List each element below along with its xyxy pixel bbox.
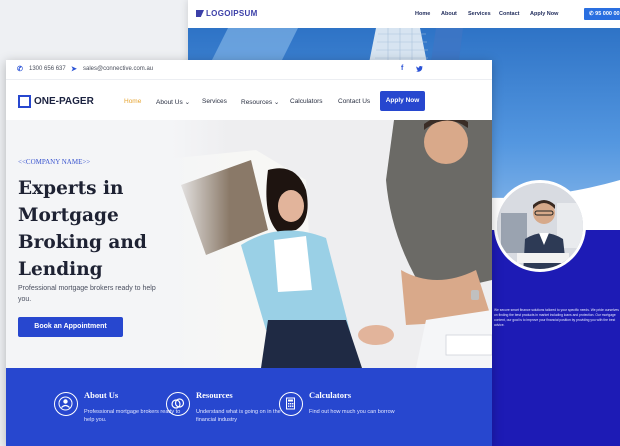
apply-now-button[interactable]: Apply Now xyxy=(380,91,425,111)
nav-about-label: About Us xyxy=(156,99,183,106)
hero-section: <<COMPANY NAME>> Experts in Mortgage Bro… xyxy=(6,120,492,368)
chevron-down-icon: ⌄ xyxy=(273,99,280,106)
topbar-email[interactable]: sales@connective.com.au xyxy=(83,66,153,72)
back-phone-button[interactable]: ✆ 95 000 00 xyxy=(584,8,620,20)
feature-description: Find out how much you can borrow xyxy=(309,409,395,415)
back-nav-apply[interactable]: Apply Now xyxy=(530,11,558,17)
top-contact-bar: ✆ 1300 656 637 ➤ sales@connective.com.au… xyxy=(6,60,492,80)
hero-headline: Experts in Mortgage Broking and Lending xyxy=(18,178,147,280)
hero-subtext: Professional mortgage brokers ready to h… xyxy=(18,285,156,303)
nav-resources[interactable]: Resources ⌄ xyxy=(241,98,279,106)
back-logo[interactable]: LOGOIPSUM xyxy=(196,9,258,18)
topbar-phone[interactable]: 1300 656 637 xyxy=(29,66,66,72)
coins-icon xyxy=(166,392,190,416)
user-icon xyxy=(54,392,78,416)
nav-home[interactable]: Home xyxy=(124,98,141,105)
feature-title: Resources xyxy=(196,390,233,400)
back-phone-number: 95 000 00 xyxy=(595,11,620,17)
feature-about-us[interactable]: About Us Professional mortgage brokers r… xyxy=(54,390,184,434)
nav-resources-label: Resources xyxy=(241,99,273,106)
nav-services[interactable]: Services xyxy=(202,98,227,105)
main-navbar: ONE-PAGER Home About Us ⌄ Services Resou… xyxy=(6,80,492,120)
nav-contact-us[interactable]: Contact Us xyxy=(338,98,370,105)
send-icon: ➤ xyxy=(71,66,77,73)
back-body-copy: We secure smart finance solutions tailor… xyxy=(494,308,619,327)
company-name-eyebrow: <<COMPANY NAME>> xyxy=(18,158,91,166)
back-logo-icon xyxy=(196,10,204,17)
chevron-down-icon: ⌄ xyxy=(184,99,191,106)
feature-calculators[interactable]: Calculators Find out how much you can bo… xyxy=(279,390,409,434)
back-advisor-avatar xyxy=(494,180,586,272)
calculator-icon xyxy=(279,392,303,416)
back-nav-contact[interactable]: Contact xyxy=(499,11,519,17)
back-navbar: LOGOIPSUM Home About Services Contact Ap… xyxy=(188,0,620,28)
feature-title: About Us xyxy=(84,390,119,400)
book-appointment-button[interactable]: Book an Appointment xyxy=(18,317,123,337)
back-nav-about[interactable]: About xyxy=(441,11,457,17)
logo-square-icon xyxy=(18,95,31,108)
screenshot-stage: LOGOIPSUM Home About Services Contact Ap… xyxy=(0,0,620,446)
feature-title: Calculators xyxy=(309,390,352,400)
back-nav-services[interactable]: Services xyxy=(468,11,491,17)
feature-strip: About Us Professional mortgage brokers r… xyxy=(6,368,492,446)
facebook-icon[interactable]: f xyxy=(401,65,403,72)
nav-calculators[interactable]: Calculators xyxy=(290,98,323,105)
back-nav-home[interactable]: Home xyxy=(415,11,430,17)
phone-icon: ✆ xyxy=(17,66,23,73)
back-logo-text: LOGOIPSUM xyxy=(206,9,258,18)
nav-about-us[interactable]: About Us ⌄ xyxy=(156,98,190,106)
front-website-mockup: ✆ 1300 656 637 ➤ sales@connective.com.au… xyxy=(6,60,492,446)
logo-text: ONE-PAGER xyxy=(34,96,94,107)
feature-resources[interactable]: Resources Understand what is going on in… xyxy=(166,390,296,434)
twitter-icon[interactable] xyxy=(416,65,423,72)
